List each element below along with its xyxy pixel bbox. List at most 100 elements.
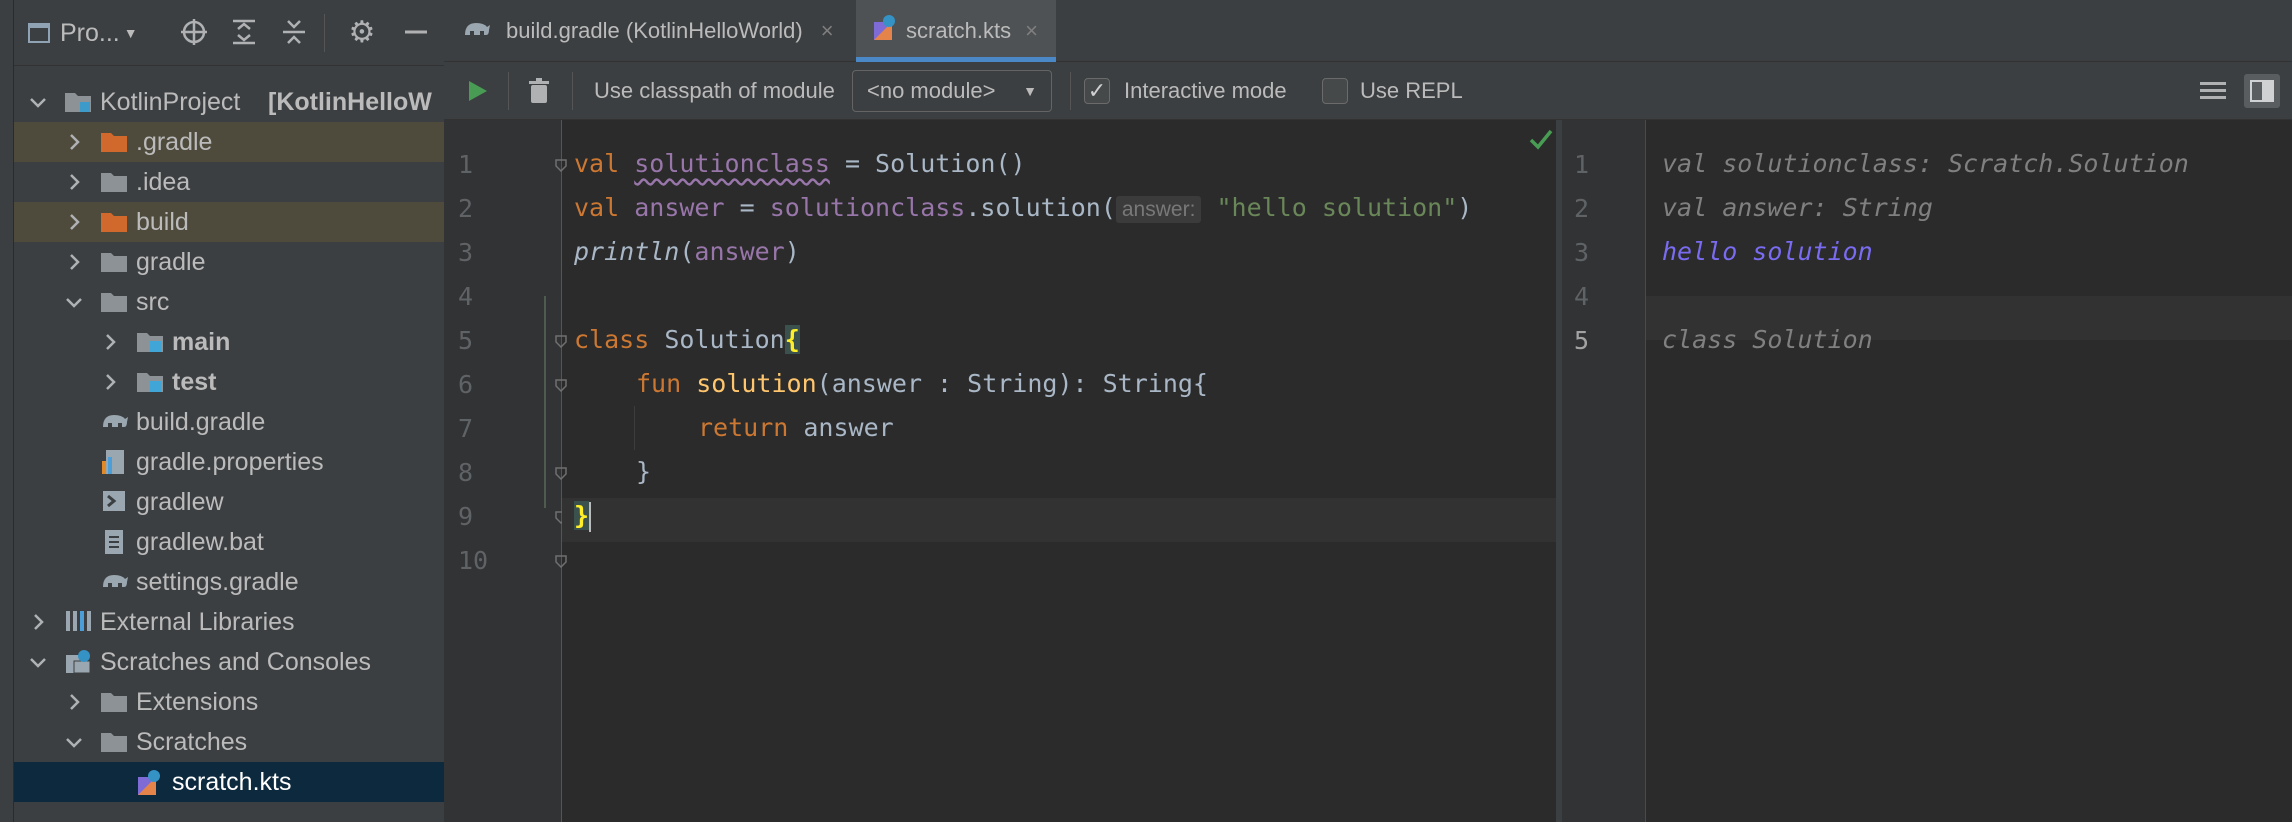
line-number: 2 bbox=[458, 194, 474, 223]
chevron-down-icon[interactable] bbox=[64, 732, 84, 752]
chevron-right-icon[interactable] bbox=[64, 132, 84, 152]
tree-item-label: Scratches bbox=[136, 727, 248, 756]
text-cursor bbox=[589, 502, 592, 532]
project-view-title: Pro... bbox=[60, 18, 120, 47]
fold-marker-icon[interactable] bbox=[554, 157, 568, 173]
project-view-selector[interactable]: Pro... ▼ bbox=[28, 16, 168, 50]
gear-icon: ⚙ bbox=[348, 15, 376, 49]
fold-marker-icon[interactable] bbox=[554, 377, 568, 393]
tree-item[interactable]: gradlew.bat bbox=[14, 522, 444, 562]
line-number: 1 bbox=[458, 150, 474, 179]
tree-item[interactable]: src bbox=[14, 282, 444, 322]
folder-icon bbox=[100, 729, 128, 753]
line-number: 3 bbox=[458, 238, 474, 267]
module-dropdown[interactable]: <no module> ▼ bbox=[852, 70, 1052, 112]
line-number: 9 bbox=[458, 502, 474, 531]
check-icon[interactable] bbox=[1528, 126, 1554, 156]
tree-item[interactable]: Scratches and Consoles bbox=[14, 642, 444, 682]
gradle-elephant-icon bbox=[100, 409, 128, 433]
tree-item-label: .idea bbox=[136, 167, 191, 196]
expand-all-button[interactable] bbox=[226, 14, 262, 50]
chevron-right-icon[interactable] bbox=[100, 332, 120, 352]
code-line-8: } bbox=[636, 457, 652, 486]
shell-script-icon bbox=[100, 489, 128, 513]
split-view-icon bbox=[2250, 80, 2274, 102]
locate-file-button[interactable] bbox=[176, 14, 212, 50]
fold-marker-icon[interactable] bbox=[554, 333, 568, 349]
tree-item[interactable]: test bbox=[14, 362, 444, 402]
clear-results-button[interactable] bbox=[522, 74, 556, 108]
use-repl-checkbox[interactable] bbox=[1322, 78, 1348, 104]
tree-item-label: Scratches and Consoles bbox=[100, 647, 371, 676]
gradle-elephant-icon bbox=[462, 17, 492, 45]
fold-marker-icon[interactable] bbox=[554, 465, 568, 481]
scratch-toolbar: Use classpath of module <no module> ▼ ✓ … bbox=[444, 62, 2292, 120]
code-line-9: } bbox=[574, 501, 592, 532]
tree-item[interactable]: Extensions bbox=[14, 682, 444, 722]
tree-item[interactable]: gradlew bbox=[14, 482, 444, 522]
chevron-down-icon[interactable] bbox=[28, 92, 48, 112]
tree-item[interactable]: .gradle bbox=[14, 122, 444, 162]
tree-item[interactable]: build.gradle bbox=[14, 402, 444, 442]
chevron-right-icon[interactable] bbox=[100, 372, 120, 392]
tree-item[interactable]: KotlinProject [KotlinHelloW bbox=[14, 82, 444, 122]
properties-file-icon bbox=[100, 449, 128, 474]
collapse-all-button[interactable] bbox=[276, 14, 312, 50]
line-number: 5 bbox=[458, 326, 474, 355]
tree-item[interactable]: main bbox=[14, 322, 444, 362]
folder-icon bbox=[100, 249, 128, 273]
layout-editor-only-button[interactable] bbox=[2196, 76, 2230, 106]
output-line-number: 3 bbox=[1574, 238, 1590, 267]
tree-item-label: gradlew bbox=[136, 487, 224, 516]
tree-item[interactable]: gradle.properties bbox=[14, 442, 444, 482]
chevron-right-icon[interactable] bbox=[64, 252, 84, 272]
libraries-icon bbox=[64, 609, 92, 633]
output-line-2: val answer: String bbox=[1662, 193, 1933, 222]
project-settings-button[interactable]: ⚙ bbox=[344, 14, 380, 50]
module-folder-icon bbox=[64, 89, 92, 113]
layout-side-by-side-button[interactable] bbox=[2244, 74, 2280, 108]
chevron-down-icon[interactable] bbox=[28, 652, 48, 672]
tree-item[interactable]: gradle bbox=[14, 242, 444, 282]
chevron-right-icon[interactable] bbox=[64, 172, 84, 192]
tab-build-gradle[interactable]: build.gradle (KotlinHelloWorld) × bbox=[444, 0, 854, 62]
tree-item-label: .gradle bbox=[136, 127, 213, 156]
run-scratch-button[interactable] bbox=[460, 74, 494, 108]
chevron-down-icon: ▼ bbox=[123, 25, 138, 41]
toolbar-separator bbox=[508, 72, 509, 110]
line-number: 10 bbox=[458, 546, 489, 575]
close-icon[interactable]: × bbox=[821, 18, 834, 44]
interactive-mode-checkbox[interactable]: ✓ bbox=[1084, 78, 1110, 104]
tab-scratch-kts[interactable]: scratch.kts × bbox=[856, 0, 1056, 62]
chevron-right-icon[interactable] bbox=[28, 612, 48, 632]
play-icon bbox=[469, 81, 487, 101]
minimize-icon bbox=[405, 30, 427, 34]
chevron-right-icon[interactable] bbox=[64, 212, 84, 232]
tab-label: build.gradle (KotlinHelloWorld) bbox=[506, 18, 803, 43]
tree-item[interactable]: Scratches bbox=[14, 722, 444, 762]
tree-item[interactable]: .idea bbox=[14, 162, 444, 202]
close-icon[interactable]: × bbox=[1025, 18, 1038, 44]
hide-panel-button[interactable] bbox=[398, 14, 434, 50]
code-editor[interactable]: 1 2 3 4 5 6 7 8 9 10 val solutionclass = Solution… bbox=[444, 120, 1556, 822]
tree-item-label: KotlinProject bbox=[100, 87, 241, 116]
code-line-7: return answer bbox=[698, 413, 894, 442]
tree-item-label: gradlew.bat bbox=[136, 527, 264, 556]
tree-item[interactable]: settings.gradle bbox=[14, 562, 444, 602]
tree-item[interactable]: build bbox=[14, 202, 444, 242]
chevron-down-icon[interactable] bbox=[64, 292, 84, 312]
checkmark-icon: ✓ bbox=[1087, 78, 1107, 103]
tree-item-suffix: [KotlinHelloW bbox=[268, 87, 432, 116]
line-number: 8 bbox=[458, 458, 474, 487]
folder-icon bbox=[100, 169, 128, 193]
project-toolbar: Pro... ▼ ⚙ bbox=[14, 0, 444, 66]
tree-item-label: build.gradle bbox=[136, 407, 266, 436]
tree-item-label: build bbox=[136, 207, 189, 236]
crosshair-icon bbox=[181, 19, 207, 45]
fold-marker-icon[interactable] bbox=[554, 553, 568, 569]
tree-item-label: gradle bbox=[136, 247, 206, 276]
chevron-right-icon[interactable] bbox=[64, 692, 84, 712]
tree-item[interactable]: External Libraries bbox=[14, 602, 444, 642]
tree-item[interactable]: scratch.kts bbox=[14, 762, 444, 802]
code-line-6: fun solution(answer : String): String{ bbox=[636, 369, 1208, 398]
